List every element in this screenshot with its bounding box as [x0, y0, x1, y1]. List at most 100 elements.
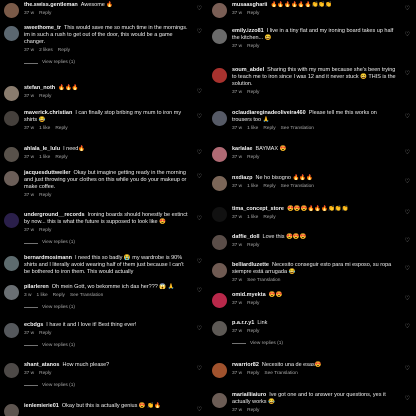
comment-username[interactable]: karlalae — [232, 146, 253, 152]
comment-username[interactable]: pilarleren — [24, 284, 49, 290]
comment-username[interactable]: sweethome_tr — [24, 25, 61, 31]
reply-button[interactable]: Reply — [247, 155, 259, 160]
avatar[interactable] — [4, 363, 19, 378]
avatar[interactable] — [4, 285, 19, 300]
comment-username[interactable]: jacquesduttweiler — [24, 170, 70, 176]
reply-button[interactable]: Reply — [247, 301, 259, 306]
avatar[interactable] — [212, 68, 227, 83]
likes-count[interactable]: 1 like — [247, 215, 258, 220]
like-heart-icon[interactable]: ♡ — [197, 113, 202, 121]
comment-username[interactable]: bernardmosimann — [24, 255, 72, 261]
reply-button[interactable]: Reply — [247, 243, 259, 248]
avatar[interactable] — [4, 111, 19, 126]
like-heart-icon[interactable]: ♡ — [405, 365, 410, 373]
avatar[interactable] — [212, 393, 227, 408]
reply-button[interactable]: Reply — [39, 193, 51, 198]
likes-count[interactable]: 1 like — [36, 293, 47, 298]
reply-button[interactable]: Reply — [39, 371, 51, 376]
comment-username[interactable]: shant_atanos — [24, 362, 59, 368]
view-replies-button[interactable]: View replies (1) — [232, 341, 398, 347]
reply-button[interactable]: Reply — [55, 155, 67, 160]
reply-button[interactable]: Reply — [247, 11, 259, 16]
avatar[interactable] — [212, 235, 227, 250]
avatar[interactable] — [4, 213, 19, 228]
avatar[interactable] — [212, 263, 227, 278]
avatar[interactable] — [212, 3, 227, 18]
like-heart-icon[interactable]: ♡ — [197, 365, 202, 373]
like-heart-icon[interactable]: ♡ — [197, 287, 202, 295]
view-replies-button[interactable]: View replies (1) — [24, 60, 190, 66]
avatar[interactable] — [4, 323, 19, 338]
comment-username[interactable]: emily.izzo81 — [232, 28, 264, 34]
like-heart-icon[interactable]: ♡ — [197, 215, 202, 223]
avatar[interactable] — [4, 3, 19, 18]
like-heart-icon[interactable]: ♡ — [405, 70, 410, 78]
reply-button[interactable]: Reply — [247, 371, 259, 376]
comment-username[interactable]: omid.myekta — [232, 292, 266, 298]
avatar[interactable] — [212, 293, 227, 308]
see-translation-link[interactable]: See Translation — [264, 371, 297, 376]
avatar[interactable] — [4, 147, 19, 162]
reply-button[interactable]: Reply — [263, 184, 275, 189]
comment-username[interactable]: tima_concept_store — [232, 206, 284, 212]
like-heart-icon[interactable]: ♡ — [405, 395, 410, 403]
like-heart-icon[interactable]: ♡ — [197, 28, 202, 36]
like-heart-icon[interactable]: ♡ — [405, 237, 410, 245]
comment-username[interactable]: stefan_noth — [24, 85, 55, 91]
reply-button[interactable]: Reply — [247, 44, 259, 49]
reply-button[interactable]: Reply — [263, 215, 275, 220]
like-heart-icon[interactable]: ♡ — [197, 149, 202, 157]
comment-username[interactable]: rwarrior82 — [232, 362, 259, 368]
comment-username[interactable]: oclaudiareginadeoliveira460 — [232, 110, 306, 116]
like-heart-icon[interactable]: ♡ — [197, 258, 202, 266]
comment-username[interactable]: maverick.christian — [24, 110, 72, 116]
avatar[interactable] — [4, 171, 19, 186]
comment-username[interactable]: nxdiazp — [232, 175, 252, 181]
reply-button[interactable]: Reply — [247, 329, 259, 334]
view-replies-button[interactable]: View replies (1) — [24, 343, 190, 349]
like-heart-icon[interactable]: ♡ — [197, 406, 202, 414]
reply-button[interactable]: Reply — [247, 90, 259, 95]
reply-button[interactable]: Reply — [39, 11, 51, 16]
avatar[interactable] — [212, 363, 227, 378]
likes-count[interactable]: 2 likes — [39, 48, 53, 53]
likes-count[interactable]: 1 like — [247, 184, 258, 189]
avatar[interactable] — [212, 176, 227, 191]
see-translation-link[interactable]: See Translation — [281, 184, 314, 189]
avatar[interactable] — [212, 321, 227, 336]
like-heart-icon[interactable]: ♡ — [405, 265, 410, 273]
comment-username[interactable]: soum_abdel — [232, 67, 264, 73]
view-replies-button[interactable]: View replies (1) — [24, 305, 190, 311]
reply-button[interactable]: Reply — [58, 48, 70, 53]
like-heart-icon[interactable]: ♡ — [405, 149, 410, 157]
like-heart-icon[interactable]: ♡ — [197, 5, 202, 13]
view-replies-button[interactable]: View replies (1) — [24, 383, 190, 389]
like-heart-icon[interactable]: ♡ — [405, 5, 410, 13]
avatar[interactable] — [212, 147, 227, 162]
reply-button[interactable]: Reply — [55, 126, 67, 131]
comment-username[interactable]: ecbdgs — [24, 322, 43, 328]
view-replies-button[interactable]: View replies (1) — [24, 240, 190, 246]
avatar[interactable] — [212, 29, 227, 44]
comment-username[interactable]: the.swiss.gentleman — [24, 2, 78, 8]
reply-button[interactable]: Reply — [263, 126, 275, 131]
avatar[interactable] — [4, 86, 19, 101]
reply-button[interactable]: Reply — [39, 228, 51, 233]
comment-username[interactable]: underground__records — [24, 212, 85, 218]
likes-count[interactable]: 1 like — [39, 126, 50, 131]
see-translation-link[interactable]: See Translation — [281, 126, 314, 131]
avatar[interactable] — [212, 111, 227, 126]
like-heart-icon[interactable]: ♡ — [197, 325, 202, 333]
comment-username[interactable]: ahlala_le_lulu — [24, 146, 60, 152]
likes-count[interactable]: 1 like — [39, 155, 50, 160]
avatar[interactable] — [4, 404, 19, 416]
comment-username[interactable]: belliardluzette — [232, 262, 269, 268]
reply-button[interactable]: Reply — [39, 94, 51, 99]
see-translation-link[interactable]: See Translation — [70, 293, 103, 298]
like-heart-icon[interactable]: ♡ — [405, 31, 410, 39]
reply-button[interactable]: Reply — [247, 408, 259, 413]
comment-username[interactable]: p.a.r.r.y1 — [232, 320, 254, 326]
like-heart-icon[interactable]: ♡ — [197, 88, 202, 96]
likes-count[interactable]: 1 like — [247, 126, 258, 131]
comment-username[interactable]: mariailiiaiuro — [232, 392, 266, 398]
